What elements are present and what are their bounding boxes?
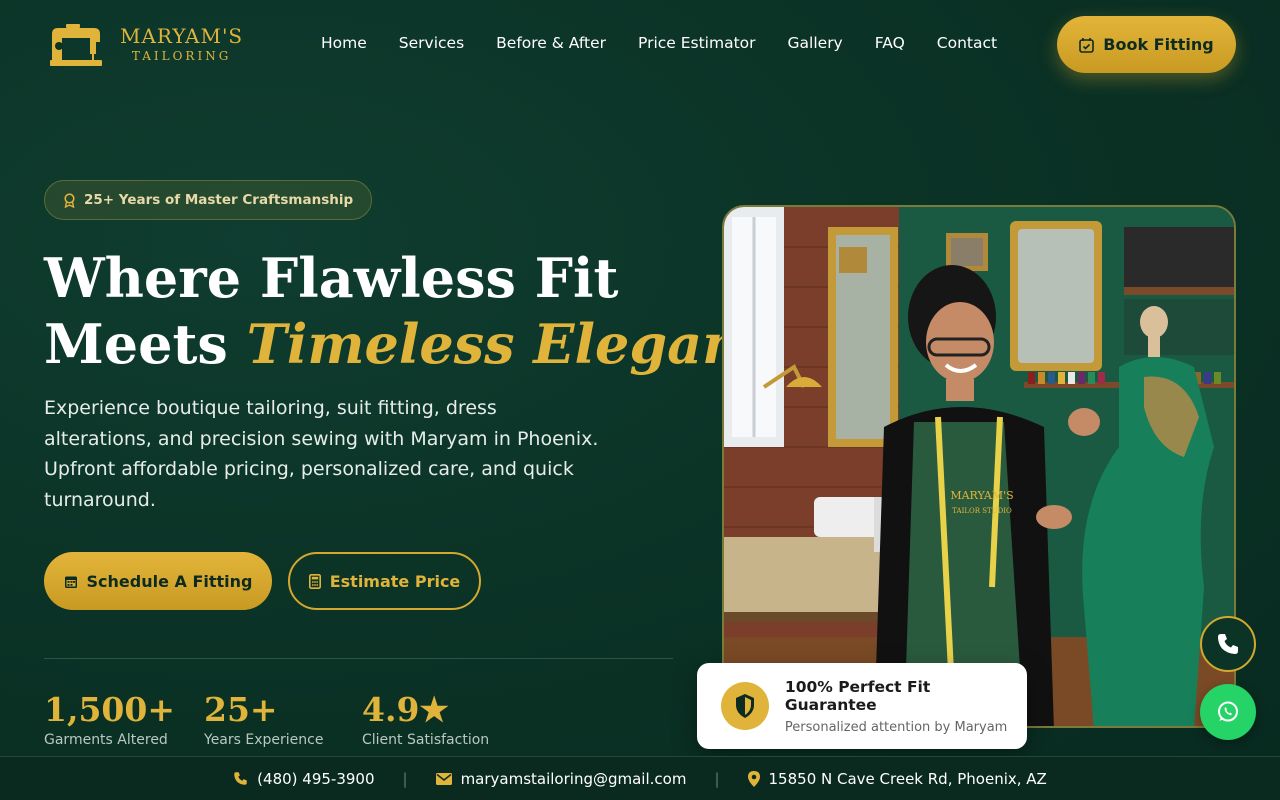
contact-phone[interactable]: (480) 495-3900 bbox=[233, 769, 375, 788]
hero-lead: Experience boutique tailoring, suit fitt… bbox=[44, 397, 599, 511]
site-header: MARYAM'S TAILORING Home Services Before … bbox=[0, 0, 1280, 88]
guarantee-subtitle: Personalized attention by Maryam bbox=[784, 719, 1008, 735]
stat-garments: 1,500+ Garments Altered bbox=[44, 690, 175, 748]
award-icon bbox=[64, 192, 75, 208]
stat-label: Garments Altered bbox=[44, 732, 168, 748]
apron-text: MARYAM'S bbox=[950, 489, 1013, 502]
separator: | bbox=[714, 769, 720, 788]
hero-headline: Where Flawless Fit Meets Timeless Elegan… bbox=[44, 245, 809, 377]
phone-icon bbox=[234, 772, 247, 785]
brand-subtitle: TAILORING bbox=[131, 49, 232, 63]
calendar-check-icon bbox=[1079, 37, 1095, 53]
whatsapp-icon bbox=[1218, 701, 1238, 722]
shield-icon bbox=[721, 682, 769, 730]
nav-faq[interactable]: FAQ bbox=[875, 34, 905, 52]
contact-address[interactable]: 15850 N Cave Creek Rd, Phoenix, AZ bbox=[747, 769, 1047, 788]
stat-label: Client Satisfaction bbox=[362, 732, 490, 748]
envelope-icon bbox=[435, 772, 452, 785]
calculator-icon bbox=[308, 573, 321, 589]
estimate-price-label: Estimate Price bbox=[329, 571, 461, 591]
stat-years: 25+ Years Experience bbox=[204, 690, 323, 748]
guarantee-title: 100% Perfect Fit Guarantee bbox=[784, 677, 931, 714]
phone-number: (480) 495-3900 bbox=[257, 769, 375, 788]
nav-before-after[interactable]: Before & After bbox=[496, 34, 606, 52]
contact-email[interactable]: maryamstailoring@gmail.com bbox=[435, 769, 687, 788]
nav-gallery[interactable]: Gallery bbox=[788, 34, 843, 52]
stat-value: 1,500+ bbox=[44, 690, 175, 729]
brand-logo[interactable]: MARYAM'S TAILORING bbox=[46, 20, 243, 68]
hero-photo: MARYAM'S TAILOR STUDIO bbox=[722, 205, 1236, 728]
sewing-machine-icon bbox=[50, 24, 102, 66]
calendar-icon bbox=[64, 576, 77, 588]
headline-plain: Meets bbox=[44, 312, 247, 376]
nav-contact[interactable]: Contact bbox=[937, 34, 997, 52]
nav-home[interactable]: Home bbox=[321, 34, 367, 52]
headline-line-2: Meets Timeless Elegance bbox=[44, 311, 809, 377]
book-fitting-button[interactable]: Book Fitting bbox=[1057, 16, 1236, 73]
nav-services[interactable]: Services bbox=[399, 34, 464, 52]
estimate-price-button[interactable]: Estimate Price bbox=[288, 552, 481, 610]
stat-satisfaction: 4.9★ Client Satisfaction bbox=[362, 690, 489, 748]
experience-badge: 25+ Years of Master Craftsmanship bbox=[44, 180, 373, 220]
schedule-fitting-button[interactable]: Schedule A Fitting bbox=[44, 552, 272, 610]
street-address: 15850 N Cave Creek Rd, Phoenix, AZ bbox=[768, 769, 1047, 788]
contact-bar: (480) 495-3900 | maryamstailoring@gmail.… bbox=[0, 756, 1280, 800]
separator: | bbox=[402, 769, 408, 788]
nav-price-estimator[interactable]: Price Estimator bbox=[638, 34, 756, 52]
map-pin-icon bbox=[747, 770, 760, 787]
badge-text: 25+ Years of Master Craftsmanship bbox=[84, 192, 354, 208]
stat-value: 25+ bbox=[204, 690, 278, 729]
stat-label: Years Experience bbox=[204, 732, 324, 748]
apron-sub: TAILOR STUDIO bbox=[952, 507, 1012, 515]
phone-icon bbox=[1218, 634, 1238, 654]
headline-line-1: Where Flawless Fit bbox=[44, 246, 619, 310]
whatsapp-button[interactable] bbox=[1200, 684, 1256, 740]
brand-title: MARYAM'S bbox=[120, 24, 244, 48]
main-nav: Home Services Before & After Price Estim… bbox=[321, 34, 997, 52]
book-fitting-label: Book Fitting bbox=[1103, 35, 1214, 54]
stats-divider bbox=[44, 658, 673, 659]
fit-guarantee-card: 100% Perfect Fit Guarantee Personalized … bbox=[697, 663, 1027, 749]
call-button[interactable] bbox=[1200, 616, 1256, 672]
tailor-studio-illustration: MARYAM'S TAILOR STUDIO bbox=[724, 207, 1234, 726]
email-address: maryamstailoring@gmail.com bbox=[460, 769, 687, 788]
stat-value: 4.9★ bbox=[362, 690, 449, 729]
schedule-fitting-label: Schedule A Fitting bbox=[86, 571, 253, 591]
